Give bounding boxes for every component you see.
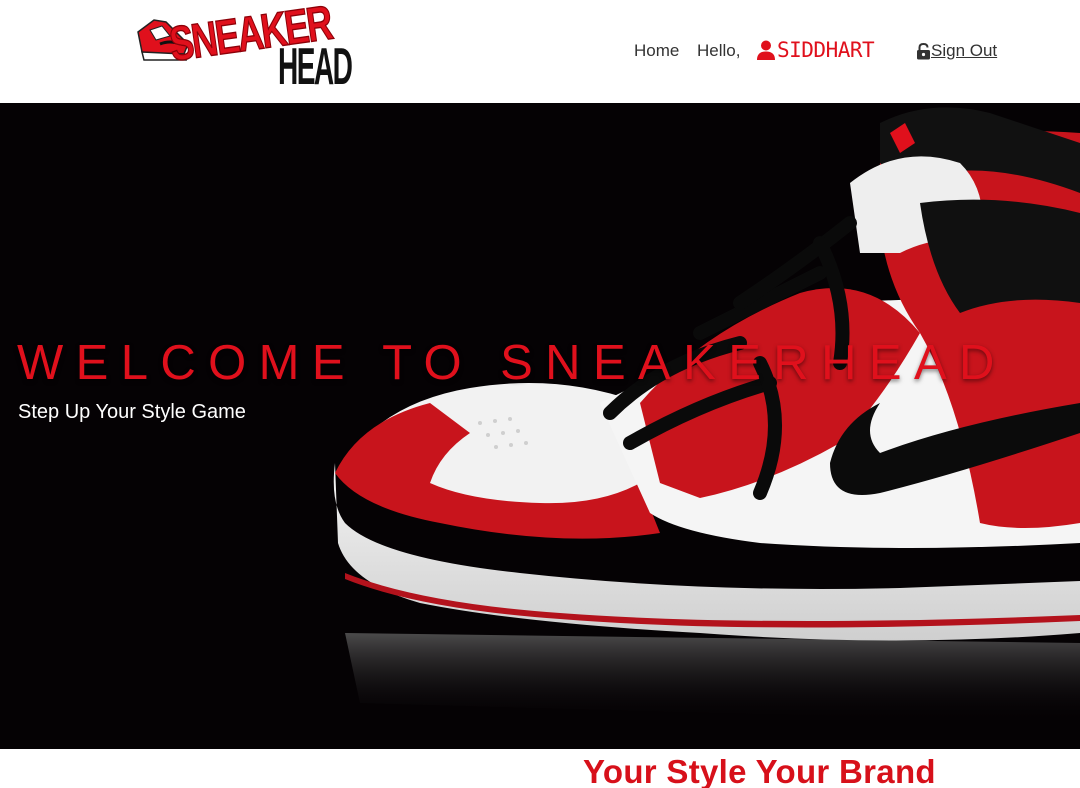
user-icon [757,40,775,60]
greeting-text: Hello, [697,41,741,60]
hero-subtitle: Step Up Your Style Game [18,401,246,423]
lock-icon [917,42,930,59]
tagline-banner: Your Style Your Brand [0,749,1080,788]
tagline-heading: Your Style Your Brand [583,753,936,788]
hero-title: WELCOME TO SNEAKERHEAD [17,336,1007,390]
logo-text-head: HEAD [278,36,353,96]
sign-out-link[interactable]: Sign Out [916,41,997,61]
user-profile-link[interactable]: SIDDHART [757,38,875,62]
username: SIDDHART [777,38,875,62]
sign-out-label: Sign Out [931,41,998,60]
brand-logo[interactable]: SNEAKER HEAD [136,0,353,95]
site-header: SNEAKER HEAD Home Hello, SIDDHART Sign O… [0,0,1080,103]
hero-section: WELCOME TO SNEAKERHEAD Step Up Your Styl… [0,103,1080,749]
nav-home-link[interactable]: Home [634,41,679,61]
sneaker-hero-image [333,107,1080,723]
